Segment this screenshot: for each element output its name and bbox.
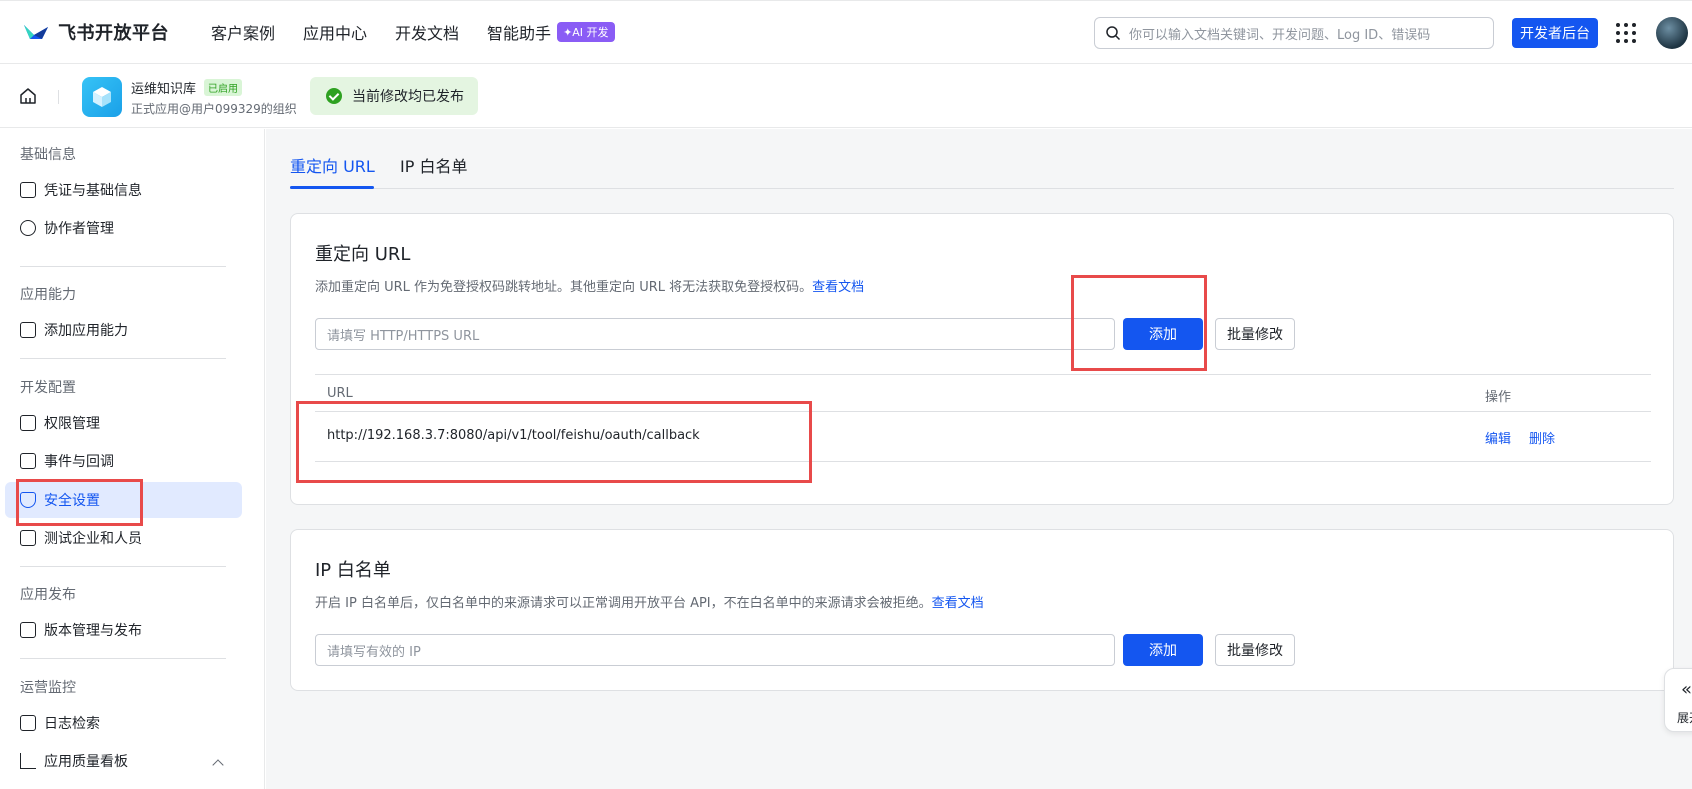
sidebar-divider [20, 266, 226, 267]
sidebar-item-quality-board[interactable]: 应用质量看板 [5, 743, 242, 779]
col-header-url: URL [327, 386, 353, 401]
top-navbar: 飞书开放平台 客户案例 应用中心 开发文档 智能助手 ✦AI 开发 你可以输入文… [0, 0, 1692, 64]
grid-plus-icon [20, 322, 36, 338]
main-nav: 客户案例 应用中心 开发文档 智能助手 ✦AI 开发 [211, 20, 643, 44]
delete-link[interactable]: 删除 [1529, 428, 1555, 447]
ip-doc-link[interactable]: 查看文档 [932, 596, 984, 611]
col-header-ops: 操作 [1485, 390, 1512, 405]
sidebar-group-ops-monitor: 运营监控 [20, 680, 76, 696]
sidebar: 基础信息 凭证与基础信息 协作者管理 应用能力 添加应用能力 开发配置 权限管理… [0, 129, 265, 789]
sidebar-item-log-search[interactable]: 日志检索 [5, 705, 242, 741]
sidebar-item-label: 凭证与基础信息 [44, 183, 142, 199]
ip-whitelist-title: IP 白名单 [315, 560, 391, 581]
expand-panel-tab[interactable]: « 展开 [1664, 668, 1692, 732]
app-name[interactable]: 运维知识库 已启用 [131, 78, 243, 97]
nav-app-center[interactable]: 应用中心 [303, 20, 367, 44]
app-status-badge: 已启用 [204, 79, 243, 96]
user-plus-icon [20, 220, 36, 236]
feishu-logo[interactable]: 飞书开放平台 [22, 19, 169, 45]
upload-icon [20, 622, 36, 638]
sidebar-item-events[interactable]: 事件与回调 [5, 443, 242, 479]
sidebar-group-app-release: 应用发布 [20, 587, 76, 603]
success-check-icon [326, 88, 342, 104]
code-icon [20, 530, 36, 546]
redirect-doc-link[interactable]: 查看文档 [812, 280, 864, 295]
sidebar-item-permissions[interactable]: 权限管理 [5, 405, 242, 441]
redirect-url-placeholder: 请填写 HTTP/HTTPS URL [327, 328, 480, 344]
sidebar-item-add-capability[interactable]: 添加应用能力 [5, 312, 242, 348]
search-placeholder: 你可以输入文档关键词、开发问题、Log ID、错误码 [1129, 27, 1431, 43]
credentials-icon [20, 182, 36, 198]
home-icon[interactable] [18, 86, 38, 106]
user-avatar[interactable] [1656, 17, 1688, 49]
sidebar-group-basic-info: 基础信息 [20, 147, 76, 163]
sidebar-item-label: 测试企业和人员 [44, 531, 142, 547]
app-name-text: 运维知识库 [131, 82, 197, 97]
search-input[interactable]: 你可以输入文档关键词、开发问题、Log ID、错误码 [1094, 17, 1494, 49]
annotation-box-add-button [1071, 275, 1207, 371]
log-search-icon [20, 715, 36, 731]
sidebar-item-label: 应用质量看板 [44, 754, 128, 770]
active-tab-indicator [290, 186, 374, 189]
annotation-box-url-row [296, 401, 812, 483]
sidebar-divider [20, 566, 226, 567]
tab-redirect-url[interactable]: 重定向 URL [290, 153, 375, 177]
sidebar-divider [20, 358, 226, 359]
redirect-desc-text: 添加重定向 URL 作为免登授权码跳转地址。其他重定向 URL 将无法获取免登授… [315, 280, 813, 295]
annotation-box-security [16, 479, 143, 526]
sidebar-item-label: 日志检索 [44, 716, 100, 732]
sidebar-divider [20, 658, 226, 659]
publish-status-text: 当前修改均已发布 [352, 89, 464, 105]
lock-icon [20, 415, 36, 431]
ip-whitelist-desc: 开启 IP 白名单后，仅白名单中的来源请求可以正常调用开放平台 API，不在白名… [315, 592, 984, 611]
developer-console-button[interactable]: 开发者后台 [1512, 18, 1598, 48]
redirect-url-desc: 添加重定向 URL 作为免登授权码跳转地址。其他重定向 URL 将无法获取免登授… [315, 276, 864, 295]
appbar-divider [58, 90, 59, 104]
apps-grid-icon[interactable] [1616, 23, 1636, 43]
ip-input[interactable]: 请填写有效的 IP [315, 634, 1115, 666]
sidebar-group-app-capability: 应用能力 [20, 287, 76, 303]
feishu-logo-icon [24, 25, 48, 39]
ip-bulk-edit-button[interactable]: 批量修改 [1215, 634, 1295, 666]
expand-label: 展开 [1677, 711, 1692, 725]
event-plus-icon [20, 453, 36, 469]
sidebar-item-credentials[interactable]: 凭证与基础信息 [5, 172, 242, 208]
app-org: 正式应用@用户099329的组织 [131, 102, 297, 116]
redirect-url-title: 重定向 URL [315, 244, 411, 265]
sidebar-item-label: 事件与回调 [44, 454, 114, 470]
redirect-bulk-edit-button[interactable]: 批量修改 [1215, 318, 1295, 350]
redirect-url-input[interactable]: 请填写 HTTP/HTTPS URL [315, 318, 1115, 350]
bar-chart-icon [20, 753, 36, 769]
edit-link[interactable]: 编辑 [1485, 428, 1511, 447]
app-cube-icon [82, 77, 122, 117]
app-bar: 运维知识库 已启用 正式应用@用户099329的组织 当前修改均已发布 [0, 64, 1692, 128]
sidebar-item-version-release[interactable]: 版本管理与发布 [5, 612, 242, 648]
tab-ip-whitelist[interactable]: IP 白名单 [400, 153, 467, 177]
nav-customer-cases[interactable]: 客户案例 [211, 20, 275, 44]
sidebar-item-label: 添加应用能力 [44, 323, 128, 339]
sidebar-group-dev-config: 开发配置 [20, 380, 76, 396]
sidebar-item-label: 权限管理 [44, 416, 100, 432]
ai-dev-badge: ✦AI 开发 [557, 22, 615, 42]
logo-text: 飞书开放平台 [58, 23, 169, 44]
nav-smart-assistant-label: 智能助手 [487, 24, 552, 43]
ip-whitelist-card: IP 白名单 开启 IP 白名单后，仅白名单中的来源请求可以正常调用开放平台 A… [290, 529, 1674, 691]
nav-dev-docs[interactable]: 开发文档 [395, 20, 459, 44]
publish-status-banner: 当前修改均已发布 [310, 77, 478, 115]
ip-input-placeholder: 请填写有效的 IP [327, 644, 421, 660]
ip-desc-text: 开启 IP 白名单后，仅白名单中的来源请求可以正常调用开放平台 API，不在白名… [315, 596, 932, 611]
sidebar-item-collaborators[interactable]: 协作者管理 [5, 210, 242, 246]
ip-add-button[interactable]: 添加 [1123, 634, 1203, 666]
tab-bar: 重定向 URL IP 白名单 [290, 129, 1674, 189]
double-chevron-left-icon: « [1681, 679, 1692, 700]
nav-smart-assistant[interactable]: 智能助手 ✦AI 开发 [487, 20, 615, 44]
search-icon [1106, 26, 1121, 41]
sidebar-item-label: 协作者管理 [44, 221, 114, 237]
sidebar-item-label: 版本管理与发布 [44, 623, 142, 639]
